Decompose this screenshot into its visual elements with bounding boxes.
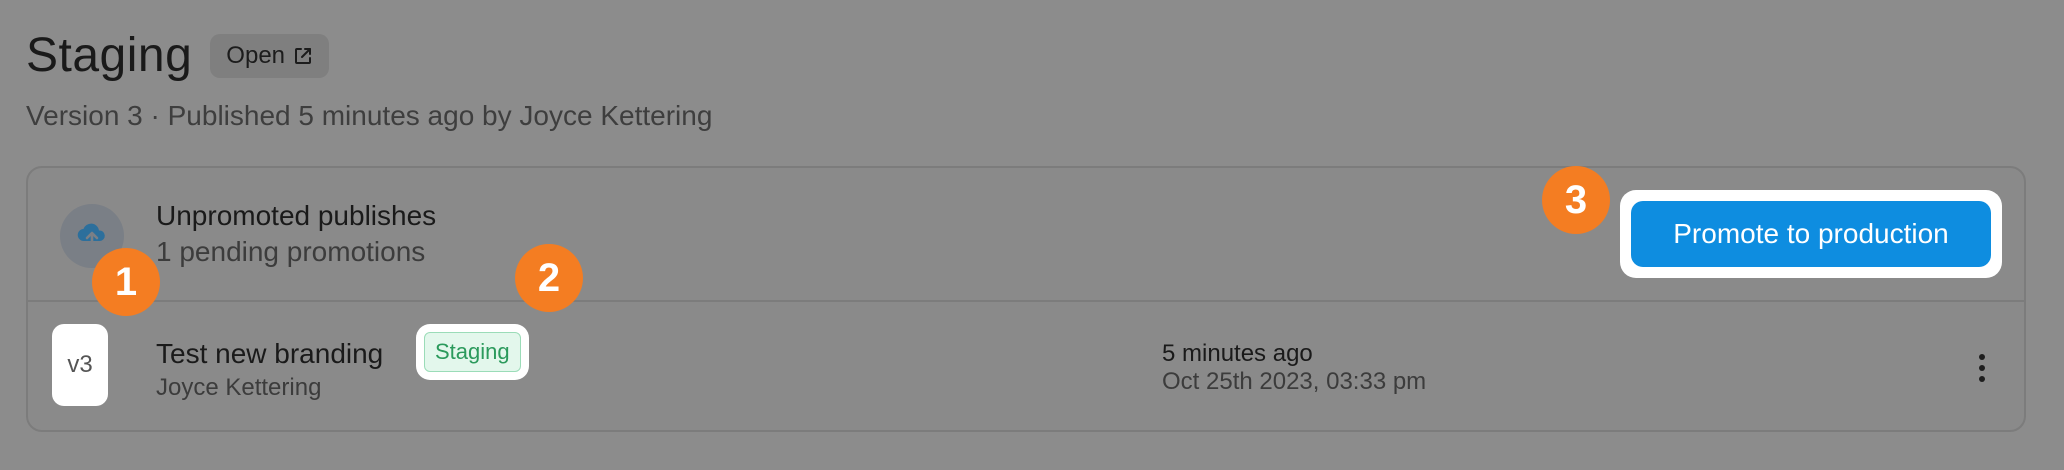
version-author: Joyce Kettering	[156, 374, 322, 401]
step-marker-3: 3	[1542, 166, 1610, 234]
version-title[interactable]: Test new branding	[156, 338, 383, 370]
version-tile: v3	[52, 324, 108, 406]
page-title: Staging	[26, 29, 193, 82]
time-relative: 5 minutes ago	[1162, 340, 1313, 367]
promote-highlight: Promote to production	[1620, 190, 2002, 278]
badge-highlight: Staging	[416, 324, 529, 380]
status-badge: Staging	[424, 332, 521, 372]
unpromoted-title: Unpromoted publishes	[156, 200, 437, 231]
page-subtitle: Version 3 · Published 5 minutes ago by J…	[26, 100, 713, 131]
open-label: Open	[226, 41, 286, 69]
staging-page: Staging Open Version 3 · Published 5 min…	[0, 0, 2064, 470]
open-button[interactable]: Open	[210, 33, 330, 78]
divider	[28, 300, 2024, 302]
step-marker-2: 2	[515, 244, 583, 312]
promote-to-production-button[interactable]: Promote to production	[1631, 201, 1991, 267]
pending-count: 1 pending promotions	[156, 236, 426, 267]
step-marker-1: 1	[92, 248, 160, 316]
cloud-upload-icon	[77, 223, 105, 249]
time-absolute: Oct 25th 2023, 03:33 pm	[1162, 368, 1427, 395]
external-link-icon	[295, 47, 312, 64]
title-row: Staging Open	[26, 28, 330, 83]
more-vertical-icon[interactable]	[1968, 348, 1996, 388]
publishes-card: Unpromoted publishes 1 pending promotion…	[26, 166, 2026, 432]
